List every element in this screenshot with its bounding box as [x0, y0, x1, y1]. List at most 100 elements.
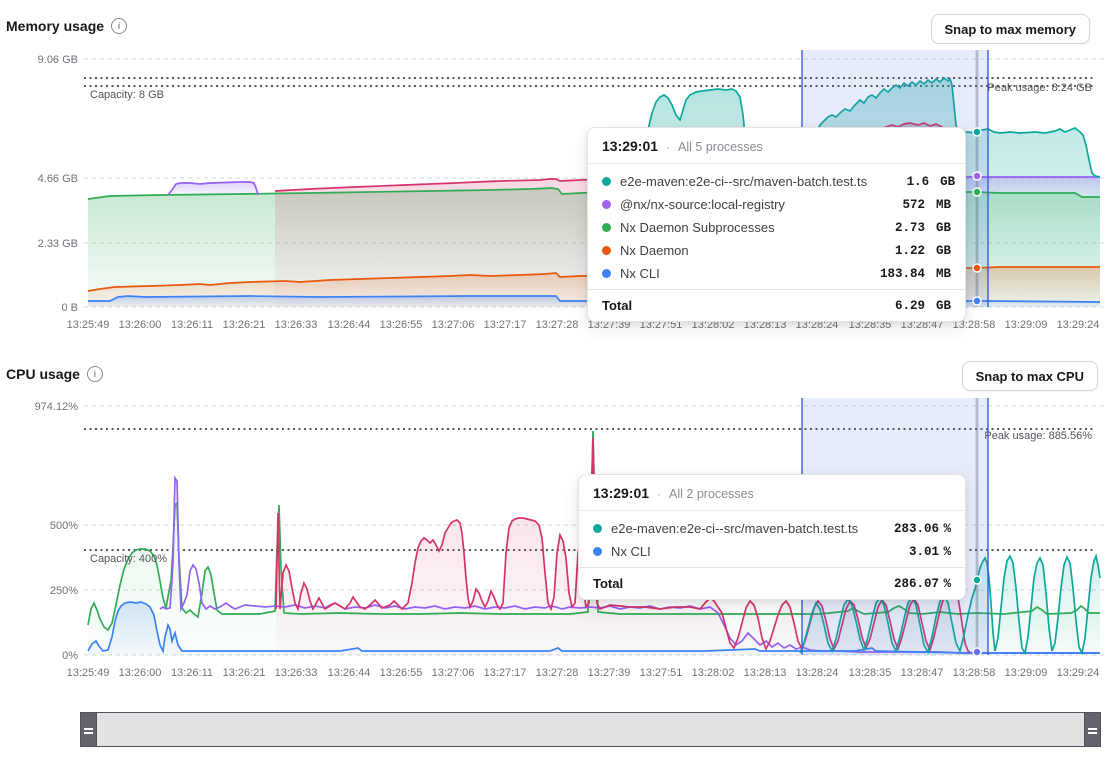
brush-left-handle[interactable] [81, 713, 96, 746]
tooltip-time: 13:29:01 [602, 138, 658, 154]
x-tick-label: 13:26:33 [275, 319, 318, 331]
x-tick-label: 13:29:09 [1005, 319, 1048, 331]
timeline-brush[interactable] [80, 712, 1101, 747]
series-name: e2e-maven:e2e-ci--src/maven-batch.test.t… [611, 521, 877, 536]
total-unit: GB [925, 299, 951, 313]
x-tick-label: 13:26:55 [380, 319, 423, 331]
x-tick-label: 13:28:35 [849, 667, 892, 679]
x-tick-label: 13:26:11 [171, 667, 213, 679]
series-value: 1.22 [863, 244, 925, 258]
tooltip-row: Nx Daemon Subprocesses 2.73 GB [588, 216, 965, 239]
series-unit: GB [929, 175, 955, 189]
series-value: 183.84 [863, 267, 925, 281]
y-tick-label: 4.66 GB [38, 173, 78, 185]
cpu-title: CPU usage [6, 366, 80, 382]
memory-peak-label: Peak usage: 8.24 GB [987, 82, 1092, 94]
total-label: Total [593, 576, 877, 591]
series-dot [602, 246, 611, 255]
x-tick-label: 13:26:33 [275, 667, 318, 679]
series-dot [593, 524, 602, 533]
tooltip-row: Nx CLI 3.01 % [579, 540, 965, 563]
series-unit: % [939, 522, 951, 536]
tooltip-row: Nx Daemon 1.22 GB [588, 239, 965, 262]
x-tick-label: 13:27:39 [588, 667, 631, 679]
series-value: 572 [863, 198, 925, 212]
tooltip-rows: e2e-maven:e2e-ci--src/maven-batch.test.t… [588, 164, 965, 289]
x-tick-label: 13:26:44 [328, 319, 371, 331]
x-tick-label: 13:29:24 [1057, 667, 1100, 679]
brush-right-handle[interactable] [1085, 713, 1100, 746]
brush-track[interactable] [96, 713, 1085, 746]
tooltip-subtitle: All 5 processes [678, 140, 763, 154]
y-tick-label: 0% [62, 650, 78, 662]
cpu-x-axis: 13:25:49 13:26:00 13:26:11 13:26:21 13:2… [67, 667, 1100, 679]
x-tick-label: 13:29:09 [1005, 667, 1048, 679]
total-unit: % [939, 577, 951, 591]
series-name: Nx Daemon [620, 243, 863, 258]
cpu-peak-label: Peak usage: 885.56% [984, 430, 1092, 442]
y-tick-label: 250% [50, 585, 78, 597]
x-tick-label: 13:27:17 [484, 667, 527, 679]
memory-area-purple-bump [168, 182, 258, 195]
tooltip-row: e2e-maven:e2e-ci--src/maven-batch.test.t… [579, 517, 965, 540]
x-tick-label: 13:27:28 [536, 319, 579, 331]
series-unit: % [939, 545, 951, 559]
x-tick-label: 13:26:00 [119, 319, 162, 331]
series-name: e2e-maven:e2e-ci--src/maven-batch.test.t… [620, 174, 867, 189]
x-tick-label: 13:26:21 [223, 319, 266, 331]
y-tick-label: 974.12% [35, 401, 79, 413]
x-tick-label: 13:26:44 [328, 667, 371, 679]
series-value: 1.6 [867, 175, 929, 189]
tooltip-rows: e2e-maven:e2e-ci--src/maven-batch.test.t… [579, 511, 965, 567]
memory-y-axis: 9.06 GB 4.66 GB 2.33 GB 0 B [38, 54, 78, 314]
cpu-tooltip: 13:29:01 · All 2 processes e2e-maven:e2e… [578, 474, 966, 600]
tooltip-header: 13:29:01 · All 2 processes [579, 475, 965, 511]
x-tick-label: 13:28:24 [796, 667, 839, 679]
x-tick-label: 13:28:02 [692, 667, 735, 679]
tooltip-total-row: Total 6.29 GB [588, 289, 965, 321]
series-unit: GB [925, 244, 951, 258]
series-unit: MB [925, 198, 951, 212]
memory-title: Memory usage [6, 18, 104, 34]
x-tick-label: 13:26:55 [380, 667, 423, 679]
series-name: Nx Daemon Subprocesses [620, 220, 863, 235]
tooltip-row: Nx CLI 183.84 MB [588, 262, 965, 285]
tooltip-total-row: Total 286.07 % [579, 567, 965, 599]
total-value: 286.07 [877, 577, 939, 591]
snap-to-max-cpu-button[interactable]: Snap to max CPU [962, 361, 1098, 391]
memory-capacity-label: Capacity: 8 GB [90, 89, 164, 101]
info-icon[interactable] [111, 18, 127, 34]
tooltip-row: e2e-maven:e2e-ci--src/maven-batch.test.t… [588, 170, 965, 193]
series-unit: MB [925, 267, 951, 281]
x-tick-label: 13:27:06 [432, 319, 475, 331]
series-dot [602, 177, 611, 186]
total-label: Total [602, 298, 863, 313]
x-tick-label: 13:25:49 [67, 319, 110, 331]
snap-to-max-memory-button[interactable]: Snap to max memory [931, 14, 1091, 44]
series-value: 2.73 [863, 221, 925, 235]
x-tick-label: 13:28:58 [953, 667, 996, 679]
y-tick-label: 2.33 GB [38, 238, 78, 250]
tooltip-row: @nx/nx-source:local-registry 572 MB [588, 193, 965, 216]
x-tick-label: 13:27:28 [536, 667, 579, 679]
series-dot [602, 223, 611, 232]
series-dot [593, 547, 602, 556]
y-tick-label: 0 B [61, 302, 78, 314]
series-value: 283.06 [877, 522, 939, 536]
x-tick-label: 13:26:11 [171, 319, 213, 331]
series-dot [602, 269, 611, 278]
series-name: Nx CLI [620, 266, 863, 281]
x-tick-label: 13:26:21 [223, 667, 266, 679]
x-tick-label: 13:28:13 [744, 667, 787, 679]
x-tick-label: 13:26:00 [119, 667, 162, 679]
y-tick-label: 500% [50, 520, 78, 532]
series-value: 3.01 [877, 545, 939, 559]
tooltip-time: 13:29:01 [593, 485, 649, 501]
series-name: @nx/nx-source:local-registry [620, 197, 863, 212]
x-tick-label: 13:29:24 [1057, 319, 1100, 331]
series-dot [602, 200, 611, 209]
info-icon[interactable] [87, 366, 103, 382]
memory-tooltip: 13:29:01 · All 5 processes e2e-maven:e2e… [587, 127, 966, 322]
x-tick-label: 13:27:06 [432, 667, 475, 679]
dot-separator: · [657, 487, 661, 501]
